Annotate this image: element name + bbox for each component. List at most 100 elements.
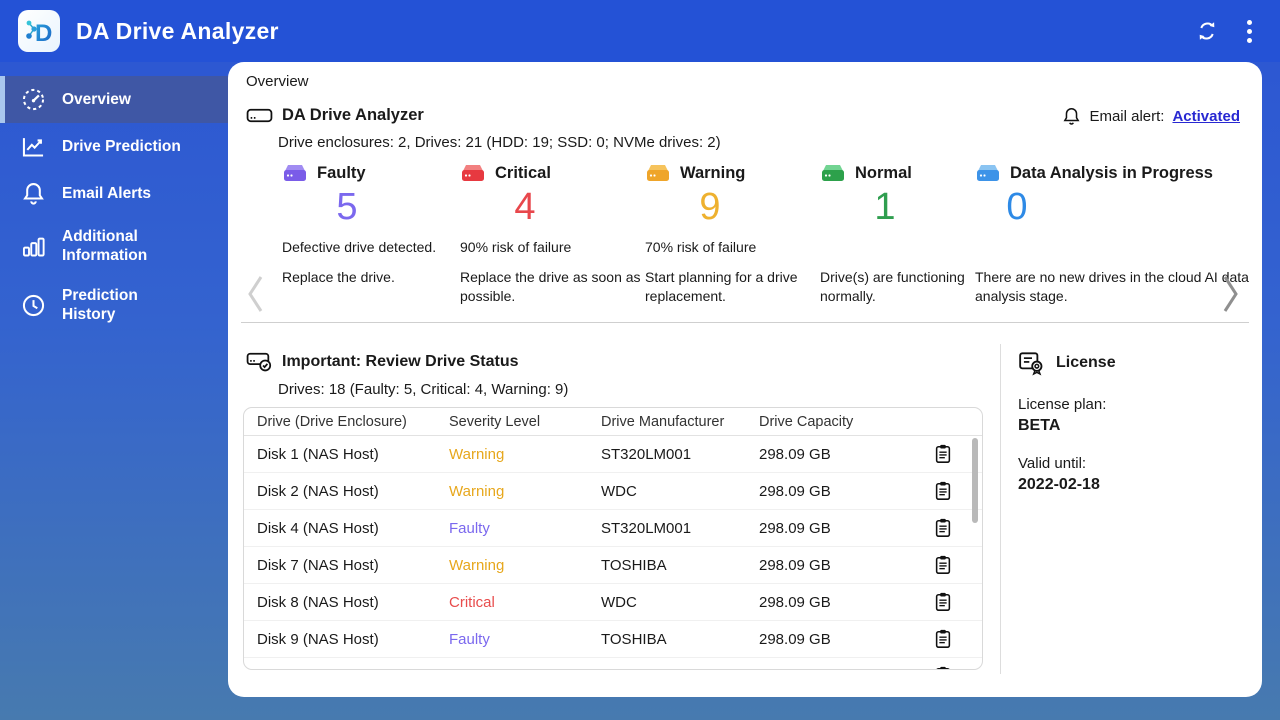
status-card-title: Faulty — [317, 163, 366, 182]
status-card-description: Defective drive detected. — [282, 238, 437, 255]
cell-capacity: 298.09 GB — [759, 593, 831, 611]
cell-manufacturer: ST320LM001 — [601, 445, 692, 463]
table-row: Disk 1 (NAS Host) Warning ST320LM001 298… — [244, 436, 982, 473]
sidebar-item-email-alerts[interactable]: Email Alerts — [0, 170, 228, 217]
table-row: Disk 8 (NAS Host) Critical WDC 298.09 GB — [244, 584, 982, 621]
clipboard-icon — [935, 444, 951, 463]
sidebar-item-overview[interactable]: Overview — [0, 76, 228, 123]
app-logo-icon: D — [26, 20, 52, 47]
cell-severity: Faulty — [449, 519, 490, 537]
drive-report-button[interactable] — [933, 517, 953, 539]
cell-manufacturer: ST320LM001 — [601, 519, 692, 537]
column-header-drive: Drive (Drive Enclosure) — [257, 413, 407, 430]
bell-icon — [1063, 107, 1080, 125]
breadcrumb: Overview — [246, 73, 309, 90]
clipboard-icon — [935, 592, 951, 611]
drive-report-button[interactable] — [933, 628, 953, 650]
status-card-count: 5 — [336, 186, 358, 228]
status-card-title: Normal — [855, 163, 912, 182]
cell-manufacturer: WDC — [601, 482, 637, 500]
sidebar-item-label: Overview — [62, 90, 131, 108]
drive-icon — [246, 108, 273, 123]
da-drive-analyzer-app: { "header": { "title": "DA Drive Analyze… — [0, 0, 1280, 720]
drives-summary: Drive enclosures: 2, Drives: 21 (HDD: 19… — [278, 134, 721, 151]
carousel-previous-button[interactable] — [246, 274, 264, 317]
vertical-divider — [1000, 344, 1001, 674]
cell-severity: Warning — [449, 445, 505, 463]
status-card-action: Start planning for a drive replacement. — [645, 268, 798, 304]
status-card-count: 9 — [699, 186, 721, 228]
email-alert-status: Email alert: Activated — [1062, 106, 1240, 127]
app-title: DA Drive Analyzer — [76, 17, 279, 44]
overview-section-title: DA Drive Analyzer — [282, 106, 424, 124]
cell-capacity: 298.09 GB — [759, 556, 831, 574]
status-card-action: Drive(s) are functioning normally. — [820, 268, 965, 304]
email-alert-activated-link[interactable]: Activated — [1172, 108, 1240, 125]
column-header-capacity: Drive Capacity — [759, 413, 854, 430]
more-menu-button[interactable] — [1247, 19, 1252, 43]
chevron-left-icon — [248, 276, 263, 312]
gauge-icon — [20, 86, 47, 113]
bell-icon — [20, 180, 47, 207]
status-card-title: Warning — [680, 163, 746, 182]
status-card-count: 1 — [874, 186, 896, 228]
warning-drive-icon — [647, 165, 669, 181]
drive-report-button[interactable] — [933, 665, 953, 669]
license-panel: License License plan: BETA Valid until: … — [1018, 350, 1248, 494]
email-alert-label: Email alert: — [1089, 108, 1165, 125]
status-card-description — [975, 238, 1253, 268]
status-card-count: 0 — [1006, 186, 1028, 228]
kebab-menu-icon — [1247, 19, 1252, 43]
license-valid-value: 2022-02-18 — [1018, 476, 1100, 493]
table-row: Disk 7 (NAS Host) Warning TOSHIBA 298.09… — [244, 547, 982, 584]
license-valid-label: Valid until: — [1018, 455, 1087, 472]
column-header-severity: Severity Level — [449, 413, 541, 430]
app-logo: D — [18, 10, 60, 52]
status-card-normal: Normal 1 Drive(s) are functioning normal… — [820, 162, 978, 305]
status-card-count: 4 — [514, 186, 536, 228]
status-card-description: 70% risk of failure — [645, 238, 757, 255]
sidebar-item-drive-prediction[interactable]: Drive Prediction — [0, 123, 228, 170]
section-divider — [241, 322, 1249, 323]
clock-icon — [20, 292, 47, 319]
drive-report-button[interactable] — [933, 480, 953, 502]
status-card-warning: Warning 9 70% risk of failure Start plan… — [645, 162, 817, 305]
drive-status-table: Drive (Drive Enclosure) Severity Level D… — [243, 407, 983, 670]
cell-drive: Disk 2 (NAS Host) — [257, 482, 379, 500]
cell-manufacturer: TOSHIBA — [601, 556, 667, 574]
drive-report-button[interactable] — [933, 554, 953, 576]
cell-severity: Warning — [449, 482, 505, 500]
drive-report-button[interactable] — [933, 443, 953, 465]
drive-report-button[interactable] — [933, 591, 953, 613]
status-card-title: Critical — [495, 163, 551, 182]
carousel-next-button[interactable] — [1222, 274, 1240, 317]
clipboard-icon — [936, 666, 950, 669]
status-card-action: There are no new drives in the cloud AI … — [975, 268, 1249, 304]
status-card-description: 90% risk of failure — [460, 238, 572, 255]
cell-manufacturer: TOSHIBA — [601, 630, 667, 648]
column-header-manufacturer: Drive Manufacturer — [601, 413, 725, 430]
status-card-title: Data Analysis in Progress — [1010, 163, 1213, 182]
table-scrollbar[interactable] — [972, 438, 978, 523]
review-summary: Drives: 18 (Faulty: 5, Critical: 4, Warn… — [278, 381, 569, 398]
sidebar-item-additional-information[interactable]: Additional Information — [0, 217, 228, 276]
sidebar-item-label: Drive Prediction — [62, 137, 181, 155]
status-card-action: Replace the drive. — [282, 268, 395, 285]
license-plan-label: License plan: — [1018, 396, 1107, 413]
status-card-data-analysis: Data Analysis in Progress 0 There are no… — [975, 162, 1253, 305]
svg-text:D: D — [35, 20, 52, 47]
line-chart-icon — [20, 133, 47, 160]
main-panel: Overview DA Drive Analyzer Drive enclosu… — [228, 62, 1262, 697]
normal-drive-icon — [822, 165, 844, 181]
status-cards-row: Faulty 5 Defective drive detected. Repla… — [228, 162, 1262, 322]
topbar-actions — [1195, 19, 1262, 43]
table-row: Disk 9 (NAS Host) Faulty TOSHIBA 298.09 … — [244, 621, 982, 658]
table-row: Disk 2 (NAS Host) Warning WDC 298.09 GB — [244, 473, 982, 510]
review-section-header: Important: Review Drive Status — [246, 350, 519, 373]
clipboard-icon — [935, 481, 951, 500]
sidebar-item-prediction-history[interactable]: Prediction History — [0, 276, 228, 335]
refresh-button[interactable] — [1195, 19, 1219, 43]
cell-manufacturer: WDC — [601, 593, 637, 611]
cell-capacity: 298.09 GB — [759, 482, 831, 500]
cell-capacity: 298.09 GB — [759, 445, 831, 463]
